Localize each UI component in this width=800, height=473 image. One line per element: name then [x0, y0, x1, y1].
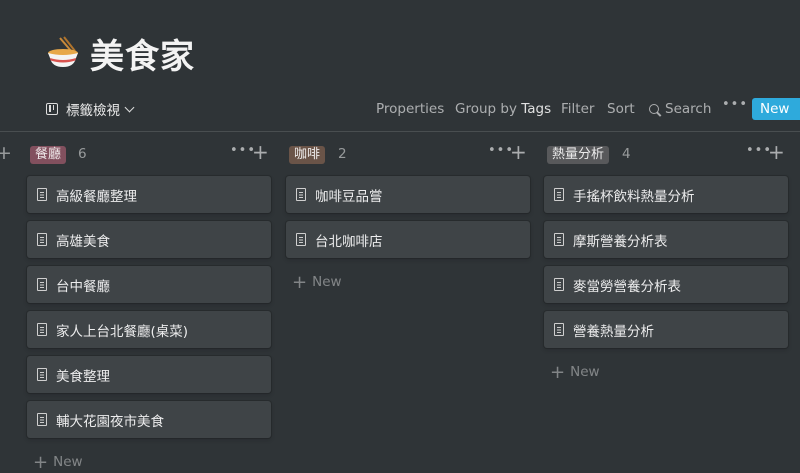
board-column-calorie-analysis: 熱量分析 4 ••• + 手搖杯飲料熱量分析 摩斯營養分析表 麥當勞營養分析表 …: [544, 140, 788, 383]
plus-icon: +: [33, 452, 49, 473]
board-card[interactable]: 高級餐廳整理: [27, 176, 271, 213]
add-card-label: New: [312, 274, 342, 290]
add-card-label: New: [53, 454, 83, 470]
board-card[interactable]: 高雄美食: [27, 221, 271, 258]
view-switcher[interactable]: 標籤檢視: [46, 99, 135, 119]
group-count: 2: [338, 146, 347, 162]
card-title: 高級餐廳整理: [56, 188, 137, 205]
card-title: 輔大花園夜市美食: [56, 413, 164, 430]
card-title: 咖啡豆品嘗: [315, 188, 383, 205]
board-card[interactable]: 輔大花園夜市美食: [27, 401, 271, 438]
group-by-label: Group by: [455, 101, 517, 117]
plus-icon: +: [292, 272, 308, 293]
board-view-icon: [46, 103, 58, 115]
toolbar-divider: [0, 131, 800, 132]
board-card[interactable]: 手搖杯飲料熱量分析: [544, 176, 788, 213]
plus-icon: +: [550, 362, 566, 383]
board-card[interactable]: 美食整理: [27, 356, 271, 393]
page-icon: [37, 233, 47, 246]
board-card[interactable]: 摩斯營養分析表: [544, 221, 788, 258]
filter-button[interactable]: Filter: [561, 101, 594, 117]
board-column-coffee: 咖啡 2 ••• + 咖啡豆品嘗 台北咖啡店 + New: [286, 140, 530, 293]
column-header: 餐廳 6 ••• +: [27, 140, 271, 168]
new-button[interactable]: New: [752, 98, 800, 120]
page-icon: [554, 233, 564, 246]
card-title: 摩斯營養分析表: [573, 233, 668, 250]
page-icon: [37, 413, 47, 426]
card-title: 台北咖啡店: [315, 233, 383, 250]
card-title: 手搖杯飲料熱量分析: [573, 188, 695, 205]
add-card-button[interactable]: + New: [33, 452, 83, 473]
more-options-icon[interactable]: •••: [722, 97, 748, 112]
card-title: 高雄美食: [56, 233, 110, 250]
view-toolbar: 標籤檢視 Properties Group by Tags Filter Sor…: [0, 96, 800, 126]
board-card[interactable]: 台中餐廳: [27, 266, 271, 303]
page-header: 美食家: [46, 30, 195, 77]
column-add-icon[interactable]: +: [768, 140, 785, 164]
ramen-bowl-icon[interactable]: [46, 36, 80, 70]
card-title: 台中餐廳: [56, 278, 110, 295]
group-by-button[interactable]: Group by Tags: [455, 101, 551, 117]
add-card-button[interactable]: + New: [292, 272, 342, 293]
page-icon: [37, 368, 47, 381]
view-label: 標籤檢視: [66, 103, 120, 119]
board-card[interactable]: 咖啡豆品嘗: [286, 176, 530, 213]
group-by-value: Tags: [521, 101, 552, 117]
page-icon: [554, 278, 564, 291]
card-title: 美食整理: [56, 368, 110, 385]
sort-button[interactable]: Sort: [607, 101, 635, 117]
page-icon: [296, 233, 306, 246]
card-title: 麥當勞營養分析表: [573, 278, 681, 295]
board-card[interactable]: 營養熱量分析: [544, 311, 788, 348]
properties-button[interactable]: Properties: [376, 101, 444, 117]
add-card-button[interactable]: + New: [550, 362, 600, 383]
page-icon: [554, 323, 564, 336]
card-title: 營養熱量分析: [573, 323, 654, 340]
column-add-icon[interactable]: +: [252, 140, 269, 164]
board-card[interactable]: 家人上台北餐廳(桌菜): [27, 311, 271, 348]
page-title: 美食家: [90, 36, 195, 77]
chevron-down-icon: [124, 102, 135, 112]
group-count: 6: [78, 146, 87, 162]
page-icon: [37, 278, 47, 291]
group-tag[interactable]: 熱量分析: [547, 146, 610, 164]
column-header: 熱量分析 4 ••• +: [544, 140, 788, 168]
board-card[interactable]: 麥當勞營養分析表: [544, 266, 788, 303]
column-header: 咖啡 2 ••• +: [286, 140, 530, 168]
page-icon: [554, 188, 564, 201]
search-icon: [649, 104, 659, 114]
page-icon: [296, 188, 306, 201]
board-column-restaurant: 餐廳 6 ••• + 高級餐廳整理 高雄美食 台中餐廳 家人上台北餐廳(桌菜) …: [27, 140, 271, 473]
board-card[interactable]: 台北咖啡店: [286, 221, 530, 258]
add-group-plus-icon[interactable]: +: [0, 142, 12, 164]
group-tag[interactable]: 餐廳: [30, 146, 67, 164]
add-card-label: New: [570, 364, 600, 380]
group-count: 4: [622, 146, 631, 162]
search-button[interactable]: Search: [649, 101, 711, 117]
card-title: 家人上台北餐廳(桌菜): [56, 323, 189, 340]
search-label: Search: [665, 101, 712, 117]
page-icon: [37, 323, 47, 336]
page-icon: [37, 188, 47, 201]
column-add-icon[interactable]: +: [510, 140, 527, 164]
group-tag[interactable]: 咖啡: [289, 146, 326, 164]
